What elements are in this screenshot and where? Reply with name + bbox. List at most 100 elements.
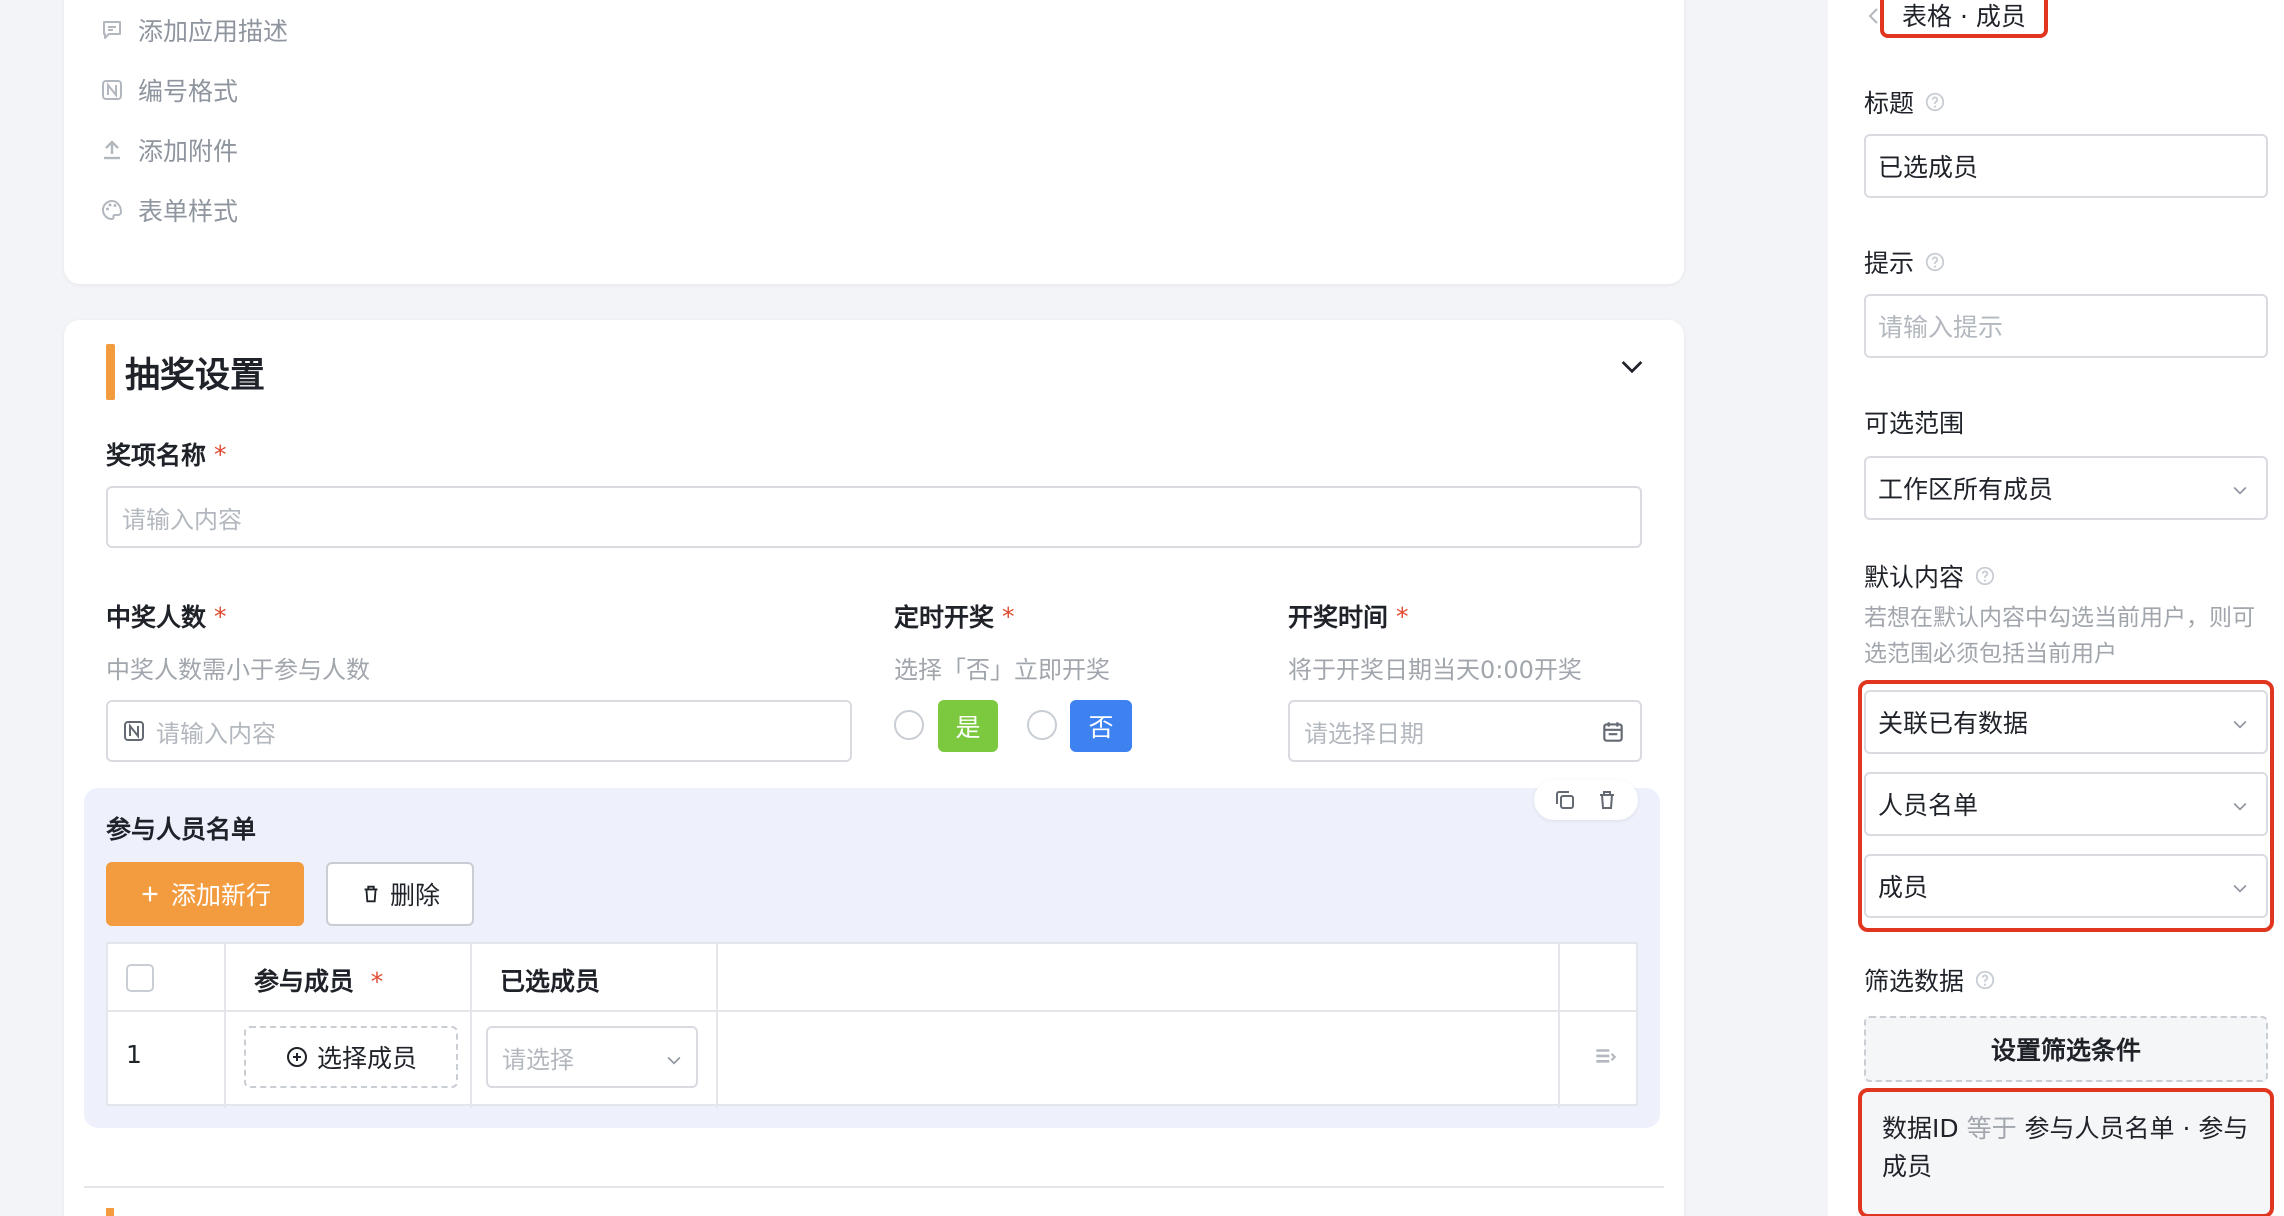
prize-name-input[interactable]: 请输入内容	[106, 486, 1642, 548]
breadcrumb[interactable]: 表格 · 成员	[1880, 0, 2048, 38]
section-header: 抽奖设置	[106, 344, 265, 400]
option-no-tag[interactable]: 否	[1070, 700, 1132, 752]
palette-icon	[102, 199, 123, 221]
select-value: 人员名单	[1878, 791, 1979, 820]
chevron-down-icon[interactable]	[1616, 350, 1648, 382]
calendar-icon	[1603, 722, 1623, 742]
subtable-grid: 参与成员 * 已选成员 1 选择成员 请选择	[106, 942, 1638, 1108]
condition-operator: 等于	[1966, 1114, 2017, 1143]
chevron-down-icon	[667, 1056, 681, 1065]
number-format-option[interactable]: 编号格式	[100, 70, 238, 110]
hint-input[interactable]: 请输入提示	[1864, 294, 2268, 358]
header-text: 参与成员	[254, 967, 355, 996]
required-mark: *	[214, 601, 227, 631]
winner-count-hint: 中奖人数需小于参与人数	[106, 656, 370, 684]
section-accent-bar	[106, 344, 115, 400]
trash-icon[interactable]	[1595, 788, 1619, 812]
help-icon[interactable]	[1974, 565, 1996, 587]
option-label: 表单样式	[138, 197, 239, 226]
section-title: 抽奖设置	[125, 355, 266, 396]
upload-icon	[104, 140, 120, 160]
property-panel: 表格 · 成员 标题 已选成员 提示 请输入提示 可选范围 工作区所有成员 默认…	[1828, 0, 2284, 1216]
select-all-checkbox[interactable]	[126, 964, 154, 992]
section-divider	[84, 1186, 1664, 1188]
radio-no[interactable]	[1027, 710, 1057, 740]
default-source-select[interactable]: 关联已有数据	[1864, 690, 2268, 754]
chevron-down-icon	[2233, 720, 2247, 729]
default-content-label: 默认内容	[1864, 558, 1996, 594]
title-label: 标题	[1864, 84, 1946, 120]
row-index: 1	[126, 1040, 142, 1069]
row-detail-icon[interactable]	[1592, 1044, 1618, 1070]
condition-field: 数据ID	[1882, 1114, 1959, 1143]
draw-date-picker[interactable]: 请选择日期	[1288, 700, 1642, 762]
selected-member-select[interactable]: 请选择	[486, 1026, 698, 1088]
required-mark: *	[370, 967, 384, 996]
option-label: 编号格式	[138, 77, 239, 106]
label-text: 筛选数据	[1864, 967, 1965, 996]
range-select[interactable]: 工作区所有成员	[1864, 456, 2268, 520]
column-divider	[470, 944, 472, 1108]
select-member-button[interactable]: 选择成员	[244, 1026, 458, 1088]
chevron-left-icon[interactable]	[1866, 6, 1880, 26]
timed-draw-label: 定时开奖 *	[894, 598, 1015, 634]
default-content-hint: 若想在默认内容中勾选当前用户，则可选范围必须包括当前用户	[1864, 605, 2255, 667]
trash-icon	[364, 885, 378, 903]
label-text: 奖项名称	[106, 441, 207, 470]
app-root: 添加应用描述 编号格式 添加附件 表单样式 抽奖设置 奖项名称 * 请输入内容	[0, 0, 2284, 1216]
label-text: 提示	[1864, 249, 1915, 278]
input-placeholder: 请输入内容	[122, 505, 242, 534]
draw-time-hint: 将于开奖日期当天0:00开奖	[1288, 656, 1582, 684]
select-value: 关联已有数据	[1878, 709, 2029, 738]
title-input[interactable]: 已选成员	[1864, 134, 2268, 198]
filter-data-label: 筛选数据	[1864, 962, 1996, 998]
plus-icon	[142, 886, 158, 902]
column-divider	[716, 944, 718, 1108]
winner-count-input[interactable]: 请输入内容	[106, 700, 852, 762]
form-options-card: 添加应用描述 编号格式 添加附件 表单样式	[64, 0, 1684, 284]
help-icon[interactable]	[1974, 969, 1996, 991]
default-field-select[interactable]: 成员	[1864, 854, 2268, 918]
filter-condition[interactable]: 数据ID 等于 参与人员名单 · 参与成员	[1858, 1088, 2274, 1216]
option-label: 添加应用描述	[138, 17, 289, 46]
delete-rows-button[interactable]: 删除	[326, 862, 474, 926]
subtable-title: 参与人员名单	[106, 815, 257, 844]
help-icon[interactable]	[1924, 91, 1946, 113]
chevron-down-icon	[2233, 884, 2247, 893]
button-label: 选择成员	[316, 1044, 417, 1073]
add-description-option[interactable]: 添加应用描述	[100, 10, 288, 50]
add-row-button[interactable]: 添加新行	[106, 862, 304, 926]
draw-time-label: 开奖时间 *	[1288, 598, 1409, 634]
hint-label: 提示	[1864, 244, 1946, 280]
label-text: 定时开奖	[894, 603, 995, 632]
input-placeholder: 请选择日期	[1304, 719, 1424, 748]
select-placeholder: 请选择	[502, 1045, 574, 1074]
column-divider	[224, 944, 226, 1108]
input-placeholder: 请输入内容	[156, 719, 276, 748]
select-value: 成员	[1878, 873, 1929, 902]
option-yes-tag[interactable]: 是	[938, 700, 998, 752]
required-mark: *	[214, 439, 227, 469]
default-table-select[interactable]: 人员名单	[1864, 772, 2268, 836]
participant-subtable: 参与人员名单 添加新行 删除 参与成员 * 已选成员 1 选择成员 请选择	[84, 780, 1660, 1128]
add-attachment-option[interactable]: 添加附件	[100, 130, 238, 170]
help-icon[interactable]	[1924, 251, 1946, 273]
copy-icon[interactable]	[1553, 788, 1577, 812]
label-text: 开奖时间	[1288, 603, 1389, 632]
chevron-down-icon	[2233, 486, 2247, 495]
label-text: 默认内容	[1864, 563, 1965, 592]
option-label: 添加附件	[138, 137, 239, 166]
button-label: 删除	[389, 881, 440, 910]
set-filter-button[interactable]: 设置筛选条件	[1864, 1016, 2268, 1082]
label-text: 标题	[1864, 89, 1915, 118]
range-label: 可选范围	[1864, 409, 1965, 438]
prize-name-label: 奖项名称 *	[106, 436, 227, 472]
radio-yes[interactable]	[894, 710, 924, 740]
plus-circle-icon	[286, 1047, 307, 1067]
label-text: 中奖人数	[106, 603, 207, 632]
winner-count-label: 中奖人数 *	[106, 598, 227, 634]
select-value: 工作区所有成员	[1878, 475, 2054, 504]
next-section-accent-bar	[106, 1208, 114, 1216]
column-header-selected: 已选成员	[500, 967, 601, 996]
form-style-option[interactable]: 表单样式	[100, 190, 238, 230]
